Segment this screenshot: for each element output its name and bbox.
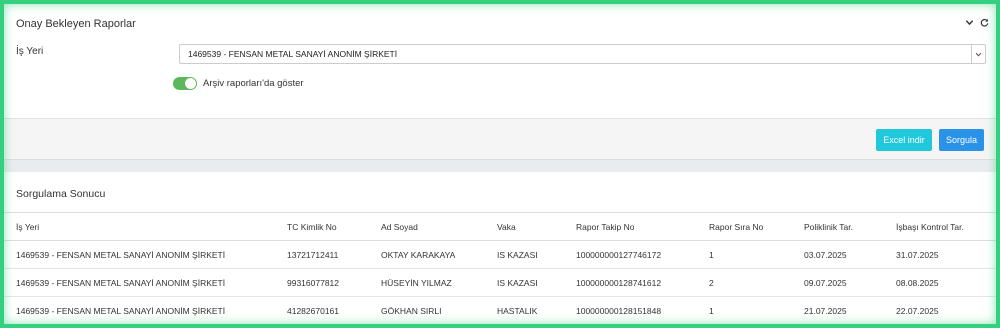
table-row[interactable]: 1469539 - FENSAN METAL SANAYİ ANONİM ŞİR…	[4, 296, 996, 325]
cell-tc-no: 41282670161	[287, 296, 381, 325]
cell-case: IS KAZASI	[497, 240, 576, 269]
cell-report-seq-no: 1	[709, 296, 804, 325]
cell-report-tracking-no: 100000000127746172	[576, 240, 709, 269]
cell-control-date: 08.08.2025	[896, 268, 996, 297]
column-header[interactable]: TC Kimlik No	[287, 212, 381, 241]
results-table: İş Yeri TC Kimlik No Ad Soyad Vaka Rapor…	[4, 212, 996, 325]
cell-workplace: 1469539 - FENSAN METAL SANAYİ ANONİM ŞİR…	[4, 296, 287, 325]
column-header[interactable]: Rapor Takip No	[576, 212, 709, 241]
excel-download-button[interactable]: Excel indir	[876, 129, 932, 151]
cell-control-date: 31.07.2025	[896, 240, 996, 269]
cell-workplace: 1469539 - FENSAN METAL SANAYİ ANONİM ŞİR…	[4, 240, 287, 269]
column-header[interactable]: İşbaşı Kontrol Tar.	[896, 212, 996, 241]
cell-clinic-date: 03.07.2025	[804, 240, 896, 269]
cell-report-tracking-no: 100000000128151848	[576, 296, 709, 325]
results-panel: Sorgulama Sonucu İş Yeri TC Kimlik No Ad…	[4, 172, 996, 325]
cell-tc-no: 13721712411	[287, 240, 381, 269]
column-header[interactable]: Poliklinik Tar.	[804, 212, 896, 241]
column-header[interactable]: İş Yeri	[4, 212, 287, 241]
table-header-row: İş Yeri TC Kimlik No Ad Soyad Vaka Rapor…	[4, 212, 996, 241]
chevron-down-icon[interactable]	[964, 17, 975, 28]
workplace-label: İş Yeri	[16, 46, 44, 57]
table-row[interactable]: 1469539 - FENSAN METAL SANAYİ ANONİM ŞİR…	[4, 268, 996, 297]
chevron-down-icon	[971, 45, 985, 63]
cell-name: HÜSEYİN YILMAZ	[381, 268, 497, 297]
archive-toggle-row: Arşiv raporları'da göster	[173, 77, 304, 90]
cell-tc-no: 99316077812	[287, 268, 381, 297]
column-header[interactable]: Ad Soyad	[381, 212, 497, 241]
cell-clinic-date: 21.07.2025	[804, 296, 896, 325]
cell-name: OKTAY KARAKAYA	[381, 240, 497, 269]
cell-report-seq-no: 2	[709, 268, 804, 297]
cell-clinic-date: 09.07.2025	[804, 268, 896, 297]
column-header[interactable]: Rapor Sıra No	[709, 212, 804, 241]
cell-report-tracking-no: 100000000128741612	[576, 268, 709, 297]
archive-toggle[interactable]	[173, 77, 197, 90]
filter-panel: Onay Bekleyen Raporlar İş Yeri 1469539 -…	[4, 4, 996, 119]
panel-tools	[964, 17, 990, 28]
cell-workplace: 1469539 - FENSAN METAL SANAYİ ANONİM ŞİR…	[4, 268, 287, 297]
action-bar: Excel indir Sorgula	[4, 119, 996, 160]
workplace-select[interactable]: 1469539 - FENSAN METAL SANAYİ ANONİM ŞİR…	[179, 44, 986, 64]
workplace-select-value: 1469539 - FENSAN METAL SANAYİ ANONİM ŞİR…	[188, 49, 398, 59]
table-row[interactable]: 1469539 - FENSAN METAL SANAYİ ANONİM ŞİR…	[4, 240, 996, 269]
query-button[interactable]: Sorgula	[939, 129, 984, 151]
refresh-icon[interactable]	[979, 17, 990, 28]
cell-case: IS KAZASI	[497, 268, 576, 297]
cell-control-date: 22.07.2025	[896, 296, 996, 325]
panel-title: Onay Bekleyen Raporlar	[16, 18, 136, 30]
archive-toggle-label: Arşiv raporları'da göster	[203, 78, 304, 89]
cell-report-seq-no: 1	[709, 240, 804, 269]
results-title: Sorgulama Sonucu	[16, 188, 106, 200]
cell-name: GÖKHAN SIRLI	[381, 296, 497, 325]
column-header[interactable]: Vaka	[497, 212, 576, 241]
page: Onay Bekleyen Raporlar İş Yeri 1469539 -…	[4, 4, 996, 325]
cell-case: HASTALIK	[497, 296, 576, 325]
